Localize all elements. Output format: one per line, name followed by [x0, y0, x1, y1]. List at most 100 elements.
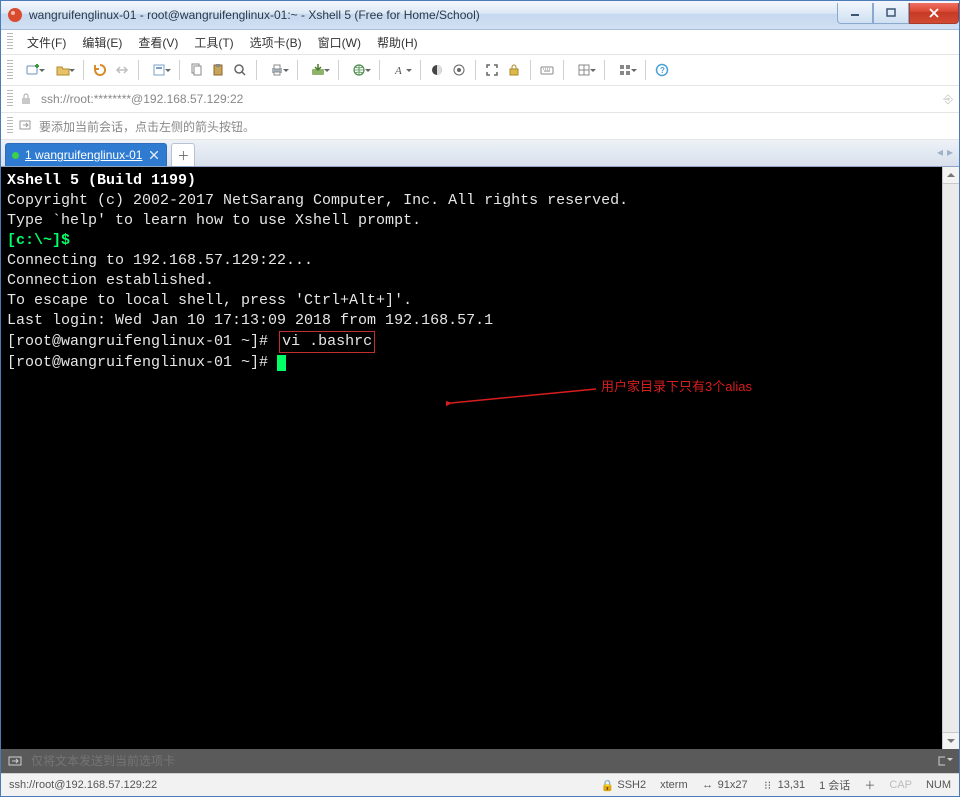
app-icon	[7, 7, 23, 23]
tab-label: 1 wangruifenglinux-01	[25, 148, 142, 162]
menu-file[interactable]: 文件(F)	[19, 31, 74, 54]
separator	[645, 60, 646, 80]
separator	[475, 60, 476, 80]
window-controls	[837, 3, 959, 23]
add-tab-button[interactable]: ＋	[171, 143, 195, 166]
cursor-icon	[277, 355, 286, 371]
tile-button[interactable]	[611, 60, 639, 80]
tabbar: 1 wangruifenglinux-01 ＋ ◂ ▸	[1, 140, 959, 167]
tab-session-1[interactable]: 1 wangruifenglinux-01	[5, 143, 167, 166]
grip-icon	[7, 33, 13, 51]
tipbar: 要添加当前会话，点击左侧的箭头按钮。	[1, 113, 959, 140]
size-icon: ↔	[702, 779, 714, 791]
scroll-up-icon[interactable]	[943, 167, 959, 184]
keyboard-button[interactable]	[537, 60, 557, 80]
layout-button[interactable]	[570, 60, 598, 80]
status-pos: ⁝⁝13,31	[762, 779, 806, 791]
compose-bar	[1, 749, 959, 773]
tab-status-icon	[12, 152, 19, 159]
titlebar[interactable]: wangruifenglinux-01 - root@wangruifengli…	[1, 1, 959, 30]
local-prompt: [c:\~]$	[7, 232, 70, 249]
status-num: NUM	[926, 779, 951, 791]
reconnect-button[interactable]	[90, 60, 110, 80]
new-session-button[interactable]	[19, 60, 47, 80]
tab-nav: ◂ ▸	[937, 145, 953, 159]
maximize-button[interactable]	[873, 3, 909, 24]
status-plus-icon[interactable]: ＋	[864, 777, 875, 793]
shell-prompt: [root@wangruifenglinux-01 ~]#	[7, 333, 268, 350]
app-window: wangruifenglinux-01 - root@wangruifengli…	[0, 0, 960, 797]
terminal-line: To escape to local shell, press 'Ctrl+Al…	[7, 291, 953, 311]
terminal-line: Xshell 5 (Build 1199)	[7, 172, 196, 189]
status-connection: ssh://root@192.168.57.129:22	[9, 779, 157, 791]
compose-send-icon[interactable]	[7, 753, 23, 769]
grip-icon	[7, 60, 13, 80]
minimize-button[interactable]	[837, 3, 873, 24]
separator	[420, 60, 421, 80]
copy-button[interactable]	[186, 60, 206, 80]
transfer-button[interactable]	[304, 60, 332, 80]
annotation-arrow-icon	[446, 381, 606, 411]
lock-icon: 🔒	[601, 779, 613, 791]
separator	[604, 60, 605, 80]
tab-close-icon[interactable]	[148, 149, 160, 161]
status-sessions: 1 会话	[819, 777, 850, 793]
font-button[interactable]: A	[386, 60, 414, 80]
separator	[138, 60, 139, 80]
close-button[interactable]	[909, 3, 959, 24]
tab-next-icon[interactable]: ▸	[947, 145, 953, 159]
command-highlight: vi .bashrc	[279, 331, 375, 353]
menu-tabs[interactable]: 选项卡(B)	[242, 31, 310, 54]
separator	[563, 60, 564, 80]
status-ssh: 🔒SSH2	[601, 779, 646, 791]
status-size: ↔91x27	[702, 779, 748, 791]
separator	[83, 60, 84, 80]
fullscreen-button[interactable]	[482, 60, 502, 80]
paste-button[interactable]	[208, 60, 228, 80]
grip-icon	[7, 90, 13, 108]
address-input[interactable]	[39, 91, 937, 107]
addressbar-pin-icon[interactable]: ⎆	[943, 92, 953, 107]
status-term: xterm	[660, 779, 688, 791]
print-button[interactable]	[263, 60, 291, 80]
terminal-scrollbar[interactable]	[942, 167, 959, 749]
scroll-down-icon[interactable]	[943, 732, 959, 749]
lock-button[interactable]	[504, 60, 524, 80]
status-cap: CAP	[889, 779, 912, 791]
terminal-line: Copyright (c) 2002-2017 NetSarang Comput…	[7, 191, 953, 211]
toolbar: A ?	[1, 55, 959, 86]
window-title: wangruifenglinux-01 - root@wangruifengli…	[29, 8, 837, 22]
separator	[297, 60, 298, 80]
open-session-button[interactable]	[49, 60, 77, 80]
menu-view[interactable]: 查看(V)	[130, 31, 186, 54]
menu-help[interactable]: 帮助(H)	[369, 31, 426, 54]
annotation-text: 用户家目录下只有3个alias	[601, 377, 752, 397]
terminal-line: Last login: Wed Jan 10 17:13:09 2018 fro…	[7, 311, 953, 331]
separator	[179, 60, 180, 80]
tab-prev-icon[interactable]: ◂	[937, 145, 943, 159]
help-button[interactable]: ?	[652, 60, 672, 80]
separator	[256, 60, 257, 80]
highlight-button[interactable]	[449, 60, 469, 80]
svg-text:A: A	[394, 65, 402, 77]
disconnect-button[interactable]	[112, 60, 132, 80]
color-scheme-button[interactable]	[427, 60, 447, 80]
addressbar: ⎆	[1, 86, 959, 113]
compose-input[interactable]	[29, 753, 931, 769]
menu-window[interactable]: 窗口(W)	[310, 31, 369, 54]
menu-tools[interactable]: 工具(T)	[186, 31, 241, 54]
find-button[interactable]	[230, 60, 250, 80]
statusbar: ssh://root@192.168.57.129:22 🔒SSH2 xterm…	[1, 773, 959, 796]
web-button[interactable]	[345, 60, 373, 80]
grip-icon	[7, 117, 13, 135]
compose-target-button[interactable]	[937, 753, 953, 769]
properties-button[interactable]	[145, 60, 173, 80]
separator	[338, 60, 339, 80]
tipbar-text: 要添加当前会话，点击左侧的箭头按钮。	[39, 118, 255, 135]
terminal[interactable]: Xshell 5 (Build 1199) Copyright (c) 2002…	[1, 167, 959, 749]
menu-edit[interactable]: 编辑(E)	[74, 31, 130, 54]
tip-arrow-icon[interactable]	[19, 118, 33, 135]
svg-text:?: ?	[660, 66, 665, 75]
menubar: 文件(F) 编辑(E) 查看(V) 工具(T) 选项卡(B) 窗口(W) 帮助(…	[1, 30, 959, 55]
shell-prompt: [root@wangruifenglinux-01 ~]#	[7, 354, 268, 371]
